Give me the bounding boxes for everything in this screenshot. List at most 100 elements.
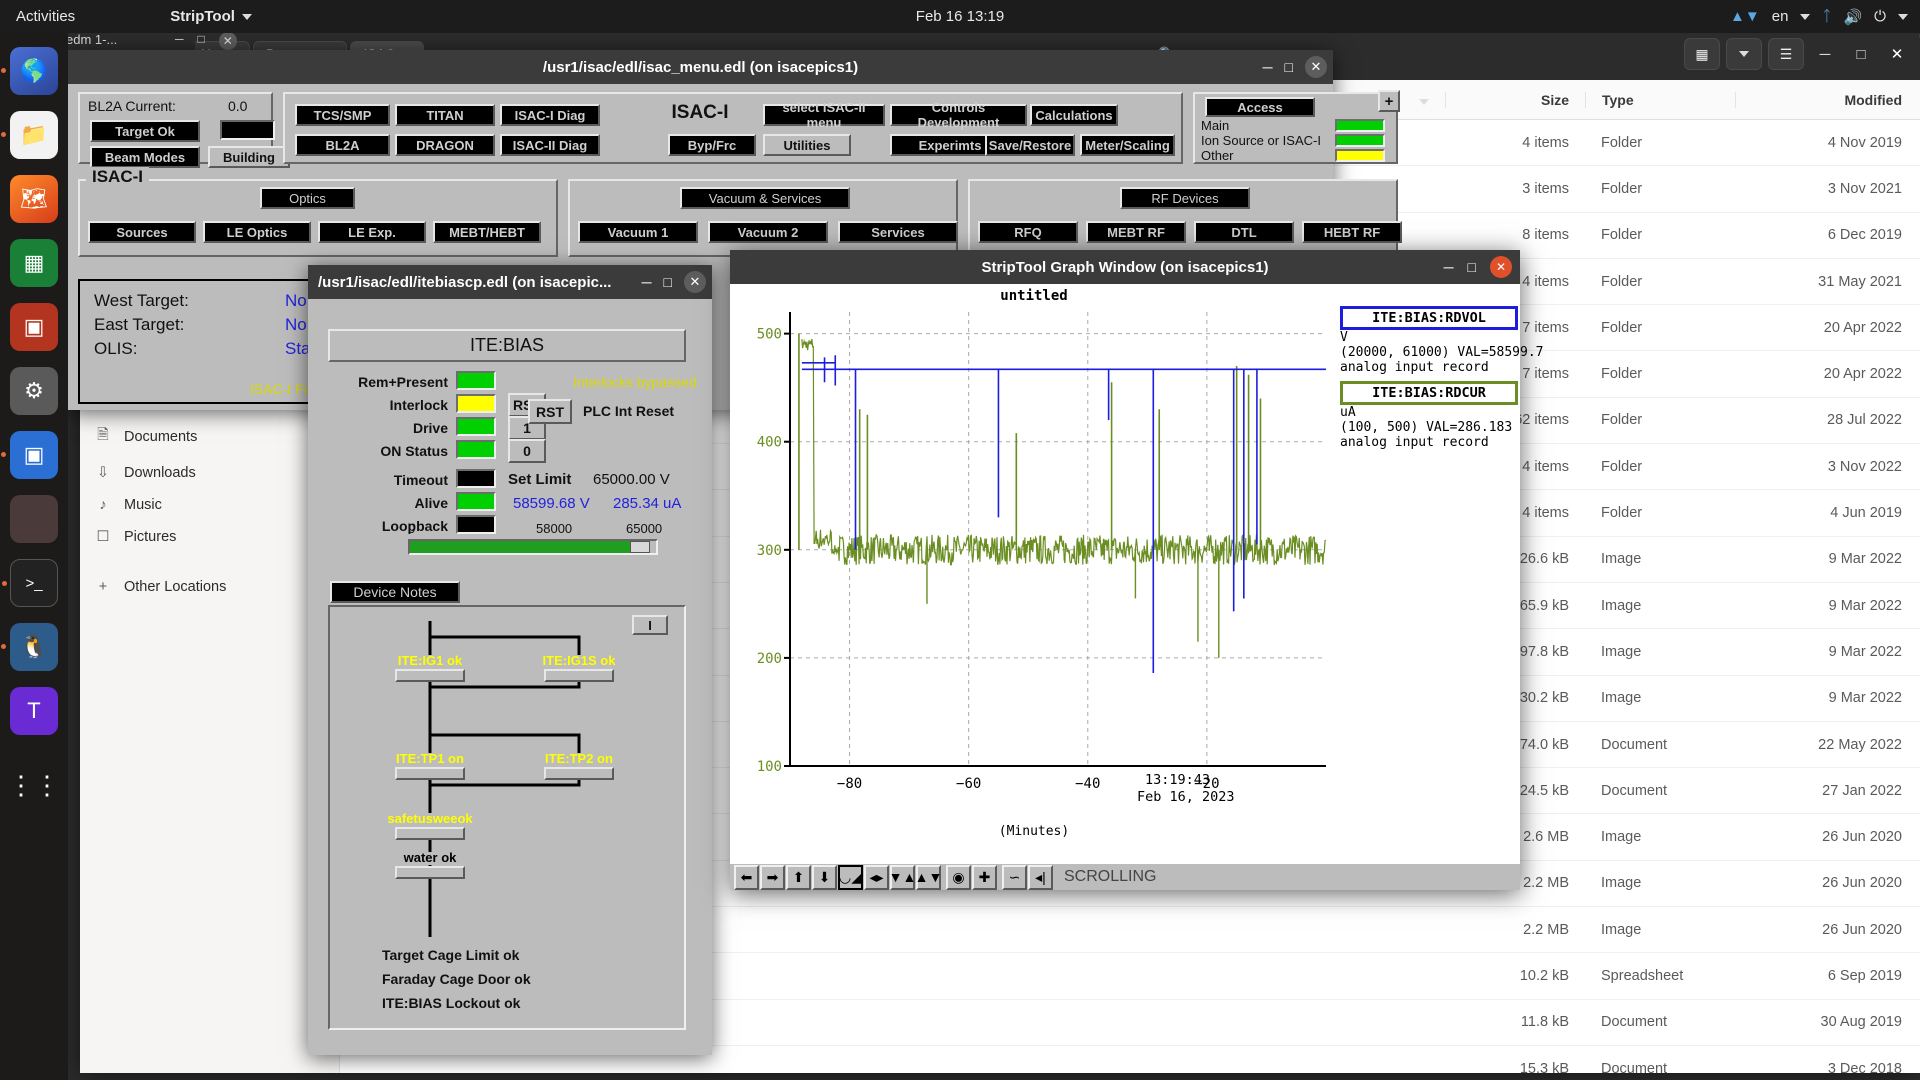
view-options-icon[interactable] [1726, 38, 1762, 70]
minimize-button[interactable]: ─ [1263, 59, 1273, 75]
menu-button-isac-i-diag[interactable]: ISAC-I Diag [500, 104, 600, 126]
clock[interactable]: Feb 16 13:19 [916, 8, 1004, 25]
beam-modes-button[interactable]: Beam Modes [90, 146, 200, 168]
files-icon[interactable]: 📁 [1, 111, 58, 159]
menu-button-isac-ii-diag[interactable]: ISAC-II Diag [500, 134, 600, 156]
minimize-button[interactable]: ─ [1810, 39, 1840, 69]
sidebar-item-music[interactable]: ♪ Music [80, 489, 339, 521]
plus-icon[interactable]: ✚ [972, 864, 997, 890]
device-notes-header[interactable]: Device Notes [330, 581, 460, 603]
power-icon[interactable]: ⏻ [1874, 8, 1886, 25]
back-icon[interactable]: ◂| [1028, 864, 1053, 890]
maximize-button[interactable]: □ [1285, 59, 1293, 75]
bias-slider-handle[interactable] [630, 541, 650, 553]
legend-pv-name[interactable]: ITE:BIAS:RDCUR [1340, 381, 1518, 405]
menu-button-meter-scaling[interactable]: Meter/Scaling [1080, 134, 1175, 156]
interlock-node-button[interactable] [395, 669, 465, 682]
libreoffice-impress-icon[interactable]: ▣ [10, 303, 58, 351]
rf-item-mebt-rf[interactable]: MEBT RF [1086, 221, 1186, 243]
interlock-node-button[interactable] [395, 827, 465, 840]
sort-descending-icon[interactable] [1403, 92, 1445, 108]
zoom-y-in-icon[interactable]: ▼▲ [889, 864, 916, 890]
column-header-type[interactable]: Type [1585, 91, 1735, 108]
menu-button-dragon[interactable]: DRAGON [395, 134, 495, 156]
vacuum-item-vacuum-1[interactable]: Vacuum 1 [578, 221, 698, 243]
menu-button-select-isac-ii-menu[interactable]: select ISAC-II menu [763, 100, 885, 130]
vacuum-services-button[interactable]: Vacuum & Services [680, 187, 850, 209]
interlock-node-button[interactable] [395, 866, 465, 879]
terminal-icon[interactable]: >_ [2, 559, 58, 607]
show-apps-icon[interactable]: ⋮⋮ [8, 761, 60, 809]
app-menu-button[interactable]: StripTool [170, 8, 252, 25]
sidebar-item-documents[interactable]: 🗎 Documents [80, 416, 339, 457]
tux-icon[interactable]: 🐧 [1, 623, 58, 671]
plc-reset-button[interactable]: RST [528, 399, 572, 424]
activities-button[interactable]: Activities [16, 8, 75, 25]
arrow-down-icon[interactable]: ⬇ [812, 864, 837, 890]
sidebar-item-pictures[interactable]: ☐ Pictures [80, 521, 339, 553]
close-button[interactable]: ✕ [684, 271, 706, 293]
close-button[interactable]: ✕ [1882, 39, 1912, 69]
column-header-size[interactable]: Size [1445, 91, 1585, 108]
building-button[interactable]: Building [208, 146, 290, 168]
close-button[interactable]: ✕ [1305, 56, 1327, 78]
close-button[interactable]: ✕ [1490, 256, 1512, 278]
volume-icon[interactable]: 🔊 [1843, 8, 1862, 26]
legend-pv-name[interactable]: ITE:BIAS:RDVOL [1340, 306, 1518, 330]
close-button[interactable]: ✕ [218, 32, 237, 50]
isac-i-item-le-optics[interactable]: LE Optics [203, 221, 311, 243]
maximize-button[interactable]: □ [198, 32, 205, 50]
bias-slider[interactable] [408, 539, 658, 555]
zoom-x-out-icon[interactable]: ◂▸ [864, 864, 889, 890]
zoom-x-in-icon[interactable]: ◡◢ [838, 864, 863, 890]
vacuum-item-vacuum-2[interactable]: Vacuum 2 [708, 221, 828, 243]
legend-entry[interactable]: ITE:BIAS:RDVOL V (20000, 61000) VAL=58599.… [1338, 306, 1544, 375]
minimize-button[interactable]: ─ [1444, 259, 1454, 275]
indicator-button-on-status[interactable]: 0 [508, 439, 546, 463]
access-header-button[interactable]: Access [1205, 97, 1315, 117]
text-editor-icon[interactable]: T [10, 687, 58, 735]
isac-i-item-sources[interactable]: Sources [88, 221, 196, 243]
vacuum-item-services[interactable]: Services [838, 221, 958, 243]
placeholder-icon[interactable] [10, 495, 58, 543]
rf-item-rfq[interactable]: RFQ [978, 221, 1078, 243]
target-ok-button[interactable]: Target Ok [90, 120, 200, 142]
zoom-y-out-icon[interactable]: ▲▼ [915, 864, 942, 890]
wave-icon[interactable]: ∽ [1002, 864, 1027, 890]
menu-button-controls-development[interactable]: Controls Development [890, 100, 1027, 130]
network-icon[interactable]: ▲▼ [1730, 8, 1760, 25]
bluetooth-icon[interactable]: ᛏ [1822, 8, 1831, 25]
optics-button[interactable]: Optics [260, 187, 355, 209]
maximize-button[interactable]: □ [1468, 259, 1476, 275]
legend-entry[interactable]: ITE:BIAS:RDCUR uA (100, 500) VAL=286.183 an… [1338, 381, 1520, 450]
screenshot-icon[interactable]: ▣ [1, 431, 58, 479]
menu-button-titan[interactable]: TITAN [395, 104, 495, 126]
column-header-modified[interactable]: Modified [1735, 91, 1920, 108]
menu-button-utilities[interactable]: Utilities [763, 134, 851, 156]
firefox2-icon[interactable]: 🗺 [10, 175, 58, 223]
menu-button-calculations[interactable]: Calculations [1030, 104, 1118, 126]
grid-view-icon[interactable]: ▦ [1684, 38, 1720, 70]
menu-button-byp-frc[interactable]: Byp/Frc [668, 134, 756, 156]
rf-devices-button[interactable]: RF Devices [1120, 187, 1250, 209]
interlock-node-button[interactable] [544, 767, 614, 780]
access-expand-button[interactable]: + [1378, 90, 1400, 112]
menu-button-tcs-smp[interactable]: TCS/SMP [295, 104, 390, 126]
sidebar-item-downloads[interactable]: ⇩ Downloads [80, 457, 339, 489]
isac-i-item-mebt-hebt[interactable]: MEBT/HEBT [433, 221, 541, 243]
arrow-right-icon[interactable]: ➡ [760, 864, 785, 890]
minimize-button[interactable]: ─ [642, 274, 652, 290]
maximize-button[interactable]: □ [1846, 39, 1876, 69]
minimize-button[interactable]: ─ [175, 32, 184, 50]
maximize-button[interactable]: □ [664, 274, 672, 290]
rf-item-hebt-rf[interactable]: HEBT RF [1302, 221, 1402, 243]
arrow-left-icon[interactable]: ⬅ [734, 864, 759, 890]
rf-item-dtl[interactable]: DTL [1194, 221, 1294, 243]
sidebar-item-other-locations[interactable]: + Other Locations [80, 571, 339, 603]
firefox-icon[interactable]: 🌎 [1, 47, 58, 95]
menu-button-save-restore[interactable]: Save/Restore [985, 134, 1075, 156]
arrow-up-icon[interactable]: ⬆ [786, 864, 811, 890]
menu-button-bl2a[interactable]: BL2A [295, 134, 390, 156]
ring-icon[interactable]: ◉ [946, 864, 971, 890]
interlock-node-button[interactable] [395, 767, 465, 780]
